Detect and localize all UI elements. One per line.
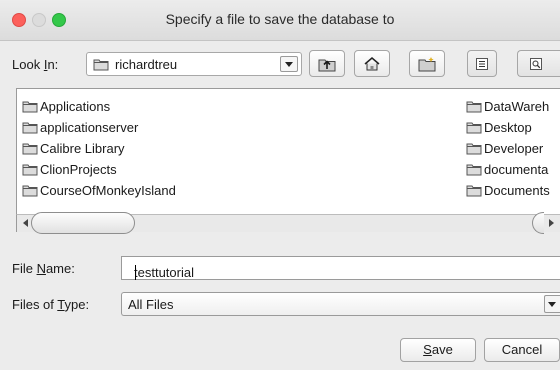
new-folder-icon (418, 56, 436, 71)
title-bar: Specify a file to save the database to (0, 0, 560, 41)
chevron-down-icon[interactable] (280, 56, 298, 72)
details-view-icon (530, 57, 542, 70)
folder-icon (466, 101, 482, 113)
file-type-value: All Files (128, 297, 174, 312)
cancel-button[interactable]: Cancel (484, 338, 560, 362)
text-caret (135, 265, 136, 280)
folder-icon (466, 164, 482, 176)
file-list[interactable]: Applications applicationserver Calibre L… (16, 88, 560, 214)
folder-icon (93, 59, 109, 71)
folder-up-icon (318, 59, 336, 71)
folder-icon (22, 101, 38, 113)
up-one-level-button[interactable] (309, 50, 345, 77)
scroll-track-end (532, 212, 544, 234)
file-type-select[interactable]: All Files (121, 292, 560, 316)
scroll-left-icon[interactable] (23, 219, 28, 227)
look-in-label: Look In: (12, 57, 59, 72)
scroll-thumb[interactable] (31, 212, 135, 234)
file-type-label: Files of Type: (12, 297, 90, 312)
horizontal-scrollbar[interactable] (16, 212, 560, 234)
file-name-input[interactable]: testtutorial (121, 256, 560, 280)
look-in-value: richardtreu (115, 57, 178, 72)
file-name-value: testtutorial (134, 265, 194, 280)
list-view-button[interactable] (467, 50, 497, 77)
folder-icon (466, 185, 482, 197)
folder-icon (466, 122, 482, 134)
scroll-right-icon[interactable] (549, 219, 554, 227)
chevron-down-icon[interactable] (544, 295, 560, 313)
folder-icon (466, 143, 482, 155)
folder-icon (22, 122, 38, 134)
home-icon (364, 56, 380, 70)
window-title: Specify a file to save the database to (165, 11, 395, 27)
save-dialog: Specify a file to save the database to L… (0, 0, 560, 370)
home-button[interactable] (354, 50, 390, 77)
file-name-label: File Name: (12, 261, 75, 276)
folder-icon (22, 164, 38, 176)
look-in-combo[interactable]: richardtreu (86, 52, 302, 76)
new-folder-button[interactable] (409, 50, 445, 77)
folder-icon (22, 185, 38, 197)
folder-icon (22, 143, 38, 155)
save-button[interactable]: Save (400, 338, 476, 362)
list-view-icon (476, 57, 488, 70)
details-view-button[interactable] (517, 50, 560, 77)
